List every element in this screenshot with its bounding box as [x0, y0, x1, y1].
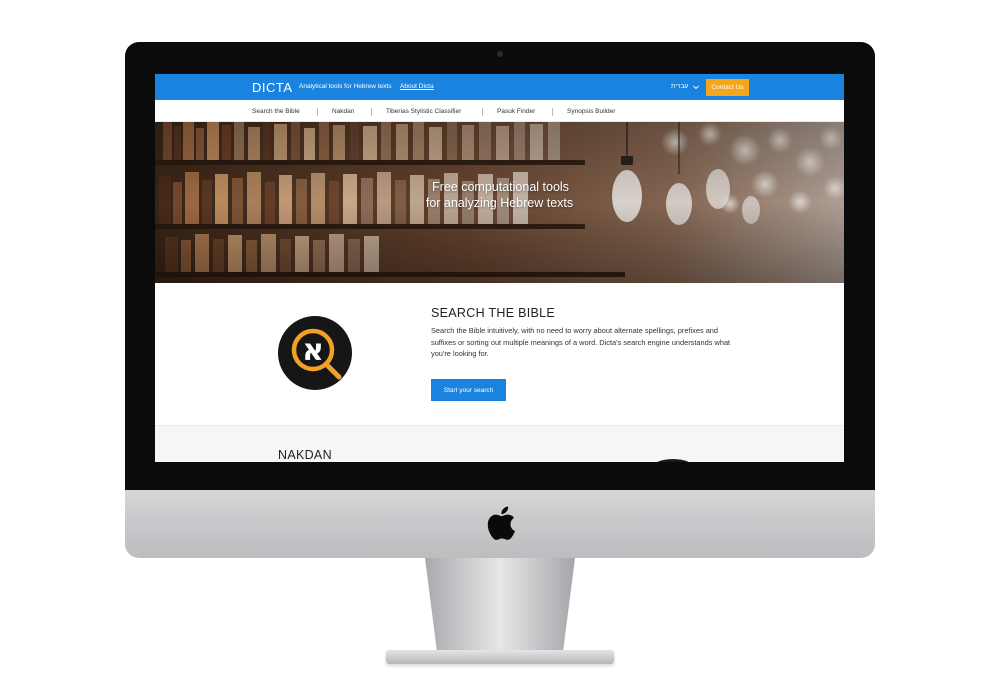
nav-item-pasuk-finder[interactable]: Pasuk Finder [497, 108, 535, 115]
hero-banner: Free computational tools for analyzing H… [155, 122, 844, 283]
about-dicta-link[interactable]: About Dicta [400, 83, 434, 90]
brand-logo[interactable]: DICTA [252, 80, 293, 95]
nakdan-logo-icon [651, 459, 695, 462]
search-the-bible-section: א SEARCH THE BIBLE Search the Bible intu… [155, 283, 844, 425]
camera-icon [497, 51, 503, 57]
hero-heading-line1: Free computational tools [432, 180, 569, 194]
chevron-down-icon[interactable] [692, 83, 700, 91]
nav-item-nakdan[interactable]: Nakdan [332, 108, 354, 115]
monitor-chin [125, 490, 875, 558]
nav-divider [371, 108, 372, 116]
language-switcher[interactable]: עברית [671, 83, 688, 90]
monitor-stand-base [386, 650, 614, 664]
nav-item-search-the-bible[interactable]: Search the Bible [252, 108, 300, 115]
start-your-search-button[interactable]: Start your search [431, 379, 506, 401]
section-title: NAKDAN [278, 448, 332, 462]
nav-item-synopsis-builder[interactable]: Synopsis Builder [567, 108, 615, 115]
site-tagline: Analytical tools for Hebrew texts [299, 83, 392, 90]
svg-text:א: א [302, 333, 324, 368]
nav-divider [482, 108, 483, 116]
apple-logo-icon [487, 506, 515, 540]
contact-us-button[interactable]: Contact Us [706, 79, 749, 96]
nakdan-section: NAKDAN [155, 425, 844, 462]
nav-item-tiberias-stylistic-classifier[interactable]: Tiberias Stylistic Classifier [386, 108, 461, 115]
section-title: SEARCH THE BIBLE [431, 306, 556, 320]
nav-divider [317, 108, 318, 116]
website-screen: DICTA Analytical tools for Hebrew texts … [155, 74, 844, 462]
section-description: Search the Bible intuitively, with no ne… [431, 326, 731, 358]
magnifier-aleph-icon[interactable]: א [277, 315, 353, 391]
main-nav: Search the Bible Nakdan Tiberias Stylist… [155, 100, 844, 122]
nav-divider [552, 108, 553, 116]
monitor-stand [425, 558, 575, 652]
hero-heading-line2: for analyzing Hebrew texts [425, 196, 574, 210]
top-bar: DICTA Analytical tools for Hebrew texts … [155, 74, 844, 100]
